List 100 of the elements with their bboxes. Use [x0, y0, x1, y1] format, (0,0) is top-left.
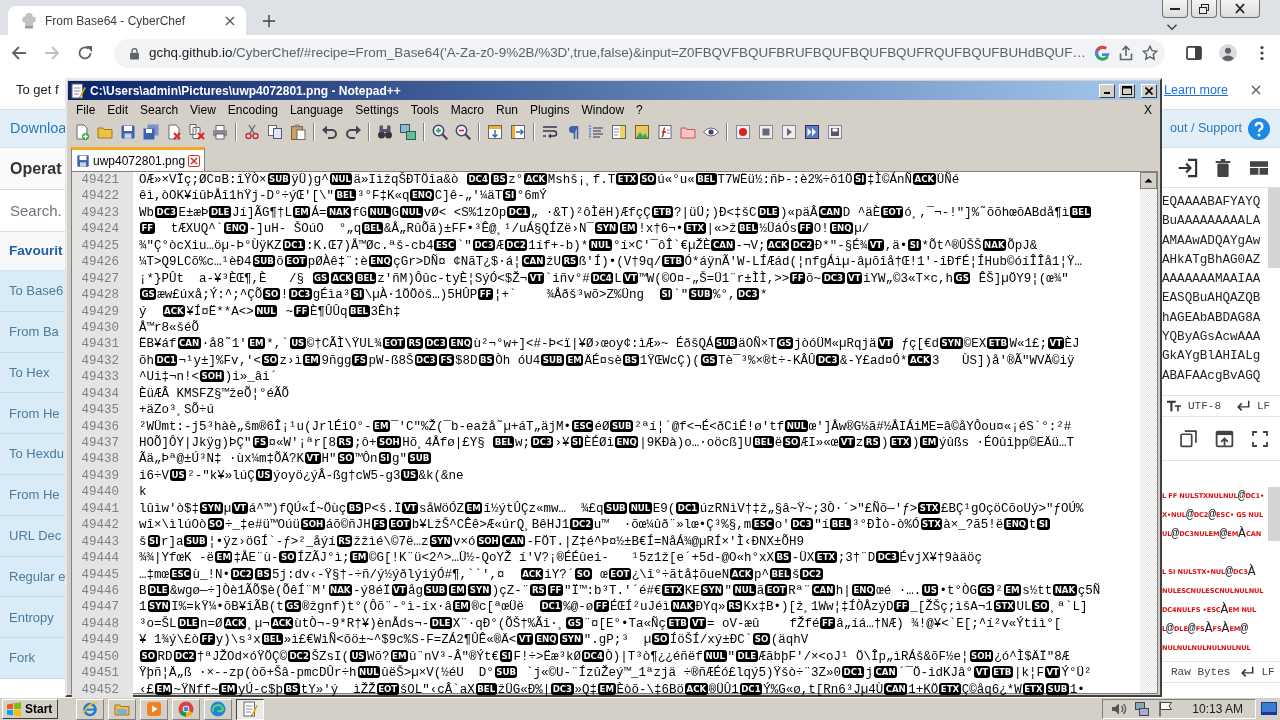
menu-item[interactable]: Macro — [444, 101, 490, 119]
text-size-icon[interactable] — [1166, 399, 1182, 413]
menu-item[interactable]: Encoding — [221, 101, 284, 119]
save-macro-icon[interactable] — [827, 124, 843, 140]
menu-item[interactable]: Run — [490, 101, 525, 119]
file-tab[interactable]: uwp4072801.png — [71, 147, 206, 171]
eye-icon[interactable] — [703, 124, 719, 140]
document-map-icon[interactable] — [611, 124, 627, 140]
copy-icon[interactable] — [267, 124, 283, 140]
new-file-icon[interactable] — [74, 124, 90, 140]
flag-icon[interactable] — [1157, 701, 1174, 717]
fast-forward-icon[interactable] — [804, 124, 820, 140]
sync-vertical-icon[interactable] — [487, 124, 503, 140]
maximize-button[interactable] — [1119, 83, 1135, 98]
menu-item[interactable]: Window — [575, 101, 631, 119]
floppy-disks-icon[interactable] — [143, 124, 159, 140]
sign-in-icon[interactable] — [1178, 157, 1198, 178]
back-arrow-icon[interactable] — [11, 45, 27, 61]
menu-item[interactable]: Tools — [404, 101, 445, 119]
speaker-icon[interactable] — [1111, 701, 1128, 717]
clipboard-icon[interactable] — [290, 124, 306, 140]
operation-item[interactable]: URL Dec — [0, 515, 65, 557]
g-letter-icon[interactable] — [1093, 45, 1110, 61]
word-wrap-icon[interactable] — [542, 124, 558, 140]
function-list-icon[interactable] — [657, 124, 673, 140]
menu-item[interactable]: Search — [134, 101, 185, 119]
reload-icon[interactable] — [77, 45, 93, 61]
layout-icon[interactable] — [1248, 158, 1270, 177]
line-number: 49437 — [72, 435, 133, 452]
image-icon[interactable] — [634, 124, 650, 140]
input-text-line: hAGEAbABDAG8A — [1162, 309, 1262, 327]
minimize-button[interactable] — [1162, 0, 1188, 18]
close-document-button[interactable]: X — [1141, 101, 1155, 119]
network-icon[interactable] — [1134, 701, 1151, 717]
close-file-icon[interactable] — [166, 124, 182, 140]
undo-icon[interactable] — [322, 124, 338, 140]
menu-item[interactable]: Plugins — [524, 101, 576, 119]
operation-item[interactable]: Fork — [0, 638, 65, 679]
operation-item[interactable]: To Hex — [0, 352, 65, 394]
browser-tab[interactable]: From Base64 - CyberChef — [8, 6, 246, 35]
menu-item[interactable]: Settings — [349, 101, 405, 119]
show-desktop-icon[interactable] — [1260, 701, 1278, 717]
scissors-icon[interactable] — [244, 124, 260, 140]
arrow-up-box-icon[interactable] — [1215, 429, 1234, 448]
operation-item[interactable]: To Hexdu — [0, 434, 65, 475]
scroll-up-button[interactable] — [1140, 172, 1157, 189]
address-bar[interactable]: gchq.github.io/CyberChef/#recipe=From_Base64('A-Za-z0-9%2B/%3D',true,false)&input=Z0FBQVFBQUFBRUFBQUFBQUFBQUFRQUFBQUFBUHdBQUF… — [114, 38, 1165, 68]
encoding-label[interactable]: UTF-8 — [1188, 400, 1221, 412]
category-heading[interactable]: Favourit — [0, 232, 65, 271]
line-ending-label[interactable]: LF — [1257, 400, 1271, 412]
redo-icon[interactable] — [345, 124, 361, 140]
operation-item[interactable]: To Base6 — [0, 271, 65, 312]
close-files-icon[interactable] — [189, 124, 205, 140]
operation-item[interactable]: From He — [0, 475, 65, 516]
menu-item[interactable]: Edit — [101, 101, 135, 119]
fullscreen-icon[interactable] — [1252, 430, 1268, 447]
close-icon[interactable] — [188, 154, 201, 167]
close-button[interactable] — [1220, 0, 1260, 18]
menu-item[interactable]: View — [184, 101, 222, 119]
printer-icon[interactable] — [212, 124, 228, 140]
taskbar-button[interactable] — [236, 698, 265, 720]
menu-item[interactable]: ? — [630, 101, 649, 119]
share-icon[interactable] — [1117, 45, 1134, 61]
operation-item[interactable]: Regular e — [0, 556, 65, 598]
folder-icon[interactable] — [97, 124, 113, 140]
copy-icon[interactable] — [1180, 429, 1197, 448]
start-button[interactable]: Start — [2, 699, 59, 719]
side-panel-icon[interactable] — [1186, 45, 1202, 61]
code-line: ÈüÆÂ KMSFZ§™žeÕ¦°éÃÕ — [138, 385, 290, 402]
scrollbar[interactable] — [1140, 172, 1157, 693]
operation-item[interactable]: Entropy — [0, 597, 65, 639]
return-arrow-icon[interactable] — [1239, 665, 1256, 679]
scrollbar-thumb[interactable] — [1268, 188, 1280, 268]
line-number: 49451 — [72, 665, 133, 682]
sync-horizontal-icon[interactable] — [510, 124, 526, 140]
return-arrow-icon[interactable] — [1235, 399, 1251, 413]
star-icon[interactable] — [1141, 45, 1158, 61]
zoom-in-icon[interactable] — [432, 124, 448, 140]
line-ending-label[interactable]: LF — [1261, 666, 1275, 678]
restore-button[interactable] — [1191, 0, 1217, 18]
play-icon[interactable] — [781, 124, 797, 140]
replace-icon[interactable] — [400, 124, 416, 140]
scrollbar-thumb[interactable] — [1268, 487, 1280, 541]
record-icon[interactable] — [735, 124, 751, 140]
about-support-link[interactable]: out / Support — [1169, 119, 1242, 138]
stop-icon[interactable] — [758, 124, 774, 140]
menu-item[interactable]: Language — [283, 101, 350, 119]
help-icon[interactable] — [1248, 117, 1270, 140]
menu-item[interactable]: File — [70, 101, 102, 119]
output-format-label[interactable]: Raw Bytes — [1171, 666, 1231, 678]
profile-icon[interactable] — [1219, 44, 1237, 62]
trash-icon[interactable] — [1214, 157, 1232, 178]
download-link[interactable]: Downloa — [0, 117, 67, 140]
binoculars-icon[interactable] — [377, 124, 393, 140]
learn-more-link[interactable]: Learn more — [1164, 80, 1228, 100]
folder-icon[interactable] — [680, 124, 696, 140]
new-tab-icon[interactable] — [262, 14, 276, 28]
zoom-out-icon[interactable] — [455, 124, 471, 140]
operation-item[interactable]: From Ba — [0, 311, 65, 353]
operation-item[interactable]: From He — [0, 393, 65, 435]
